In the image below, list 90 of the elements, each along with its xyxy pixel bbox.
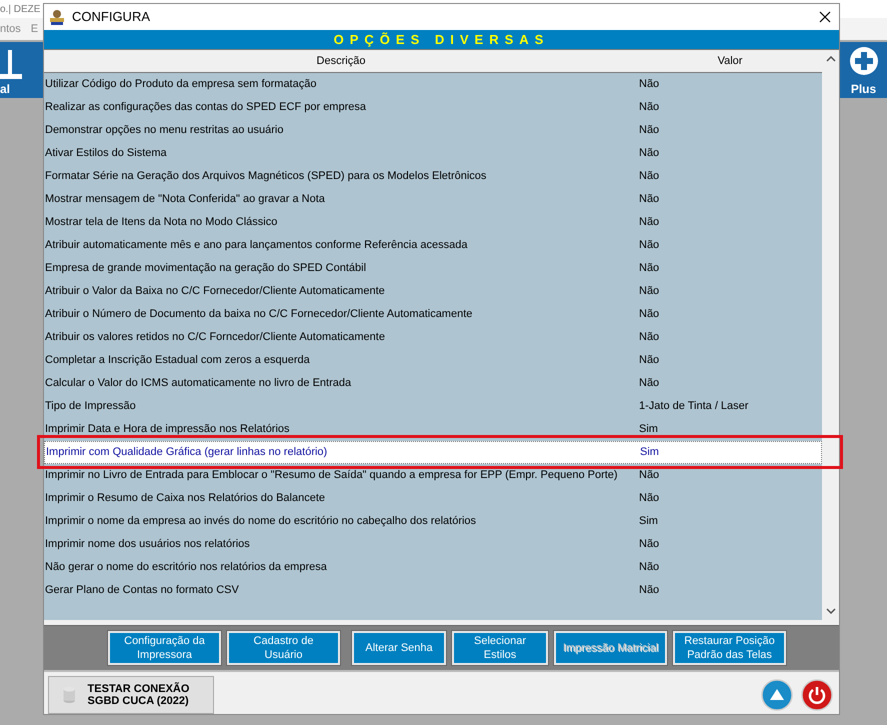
monitor-icon [0,48,22,82]
table-row[interactable]: Mostrar mensagem de "Nota Conferida" ao gravar a Nota Não [44,188,822,211]
action-button[interactable]: Configuração da Impressora [108,631,221,666]
close-icon[interactable] [819,10,831,23]
table-row[interactable]: Não gerar o nome do escritório nos relatórios da empresa Não [44,556,822,579]
table-cell-text: Não [639,124,660,136]
plus-icon [848,46,878,76]
table-cell-text: Completar a Inscrição Estadual com zeros a esquerda [44,354,311,366]
table-cell-text: Realizar as configurações das contas do SPED ECF por empresa [44,101,367,114]
table-cell-text: Empresa de grande movimentação na geração do SPED Contábil [44,262,368,274]
table-cell-text: Imprimir o Resumo de Caixa nos Relatórios do Balancete [44,492,326,504]
table-row[interactable]: Ativar Estilos do Sistema Não [44,142,822,165]
power-button[interactable] [801,679,833,711]
table-cell-text: Gerar Plano de Contas no formato CSV [44,584,240,596]
table-row[interactable]: Atribuir o Número de Documento da baixa no C/C Fornecedor/Cliente Automaticamente Não [44,302,822,326]
table-cell-text: Imprimir o nome da empresa ao invés do nome do escritório no cabeçalho dos relatórios [44,515,478,528]
table-cell-text: 1-Jato de Tinta / Laser [639,400,750,412]
table-row[interactable]: Imprimir nome dos usuários nos relatórios Não [44,532,822,556]
table-row[interactable]: Mostrar tela de Itens da Nota no Modo Clássico Não [44,210,822,234]
table-cell-text: Imprimir nome dos usuários nos relatórios [44,538,251,550]
column-header[interactable]: Valor [638,54,822,67]
table-cell-text: Não [639,584,660,596]
table-cell-text: Ativar Estilos do Sistema [44,147,168,160]
table-cell-text: Não [639,331,660,344]
table-cell-text: Calcular o Valor do ICMS automaticamente no livro de Entrada [44,377,352,390]
table-cell-text: Não [639,308,660,320]
table-row[interactable]: Atribuir o Valor da Baixa no C/C Fornecedor/Cliente Automaticamente Não [44,280,822,303]
table-cell-text: Formatar Série na Geração dos Arquivos Magnéticos (SPED) para os Modelos Eletrônicos [44,170,488,182]
table-cell-text: Utilizar Código do Produto da empresa sem formatação [44,78,318,90]
table-cell-text: Não [639,469,660,482]
toolbar-button[interactable]: Plus [840,42,887,98]
action-button[interactable]: Cadastro de Usuário [227,631,340,666]
table-row[interactable]: Tipo de Impressão 1-Jato de Tinta / Laser [44,394,822,418]
column-header[interactable]: Descrição [44,54,638,67]
table-cell-text: Atribuir automaticamente mês e ano para lançamentos conforme Referência acessada [44,239,469,252]
dialog-title: CONFIGURA [72,9,150,24]
table-row[interactable]: Imprimir o nome da empresa ao invés do nome do escritório no cabeçalho dos relatórios Sim [44,510,822,533]
table-cell-text: Imprimir Data e Hora de impressão nos Relatórios [44,423,291,436]
table-cell-text: Não [639,377,660,390]
table-row[interactable]: Imprimir com Qualidade Gráfica (gerar linhas no relatório) Sim [44,440,822,464]
up-arrow-button[interactable] [761,679,793,711]
table-row[interactable]: Demonstrar opções no menu restritas ao usuário Não [44,118,822,142]
action-button[interactable]: Restaurar Posição Padrão das Telas [673,631,786,666]
table-cell-text: Demonstrar opções no menu restritas ao usuário [44,124,284,136]
table-cell-text: Não [639,170,660,182]
table-row[interactable]: Atribuir automaticamente mês e ano para lançamentos conforme Referência acessada Não [44,234,822,257]
table-cell-text: Não [639,239,660,252]
table-row[interactable]: Formatar Série na Geração dos Arquivos Magnéticos (SPED) para os Modelos Eletrônicos Não [44,164,822,188]
scroll-up-icon[interactable] [826,56,836,62]
table-cell-text: Não [639,492,660,504]
table-cell-text: Não [639,216,660,228]
table-cell-text: Atribuir o Número de Documento da baixa no C/C Fornecedor/Cliente Automaticamente [44,308,474,320]
table-cell-text: Mostrar tela de Itens da Nota no Modo Clássico [44,216,278,228]
table-cell-text: Atribuir os valores retidos no C/C Forncedor/Cliente Automaticamente [44,331,386,344]
table-row[interactable]: Imprimir no Livro de Entrada para Emblocar o "Resumo de Saída" quando a empresa for EPP (Empr. Pequeno Porte) Não [44,464,822,487]
table-cell-text: Não [639,561,660,574]
table-cell-text: Não [639,193,660,206]
table-cell-text: Imprimir com Qualidade Gráfica (gerar linhas no relatório) [45,446,328,458]
table-cell-text: Atribuir o Valor da Baixa no C/C Fornecedor/Cliente Automaticamente [44,285,386,298]
table-row[interactable]: Gerar Plano de Contas no formato CSV Não [44,578,822,602]
table-row[interactable]: Atribuir os valores retidos no C/C Forncedor/Cliente Automaticamente Não [44,326,822,349]
action-button[interactable]: Alterar Senha [352,631,446,666]
mascot-icon [48,8,66,26]
table-row[interactable]: Completar a Inscrição Estadual com zeros a esquerda Não [44,348,822,372]
table-cell-text: Mostrar mensagem de "Nota Conferida" ao gravar a Nota [44,193,326,206]
table-row[interactable]: Calcular o Valor do ICMS automaticamente no livro de Entrada Não [44,372,822,395]
test-connection-button[interactable]: TESTAR CONEXÃO SGBD CUCA (2022) [48,676,214,714]
table-row[interactable]: Imprimir Data e Hora de impressão nos Relatórios Sim [44,418,822,441]
table-cell-text: Sim [640,446,660,458]
table-cell-text: Sim [639,423,659,436]
table-cell-text: Não [639,262,660,274]
table-cell-text: Não gerar o nome do escritório nos relatórios da empresa [44,561,328,574]
table-cell-text: Não [639,147,660,160]
scroll-down-icon[interactable] [826,608,836,614]
action-button[interactable]: Selecionar Estilos [452,631,548,666]
table-row[interactable]: Imprimir o Resumo de Caixa nos Relatórios do Balancete Não [44,486,822,510]
window-title: o.| DEZE [0,4,40,14]
table-row[interactable]: Realizar as configurações das contas do SPED ECF por empresa Não [44,96,822,119]
table-cell-text: Sim [639,515,659,528]
toolbar-button[interactable]: al [0,42,43,98]
table-cell-text: Não [639,538,660,550]
table-cell-text: Não [639,354,660,366]
banner-title: OPÇÕES DIVERSAS [334,32,550,47]
table-cell-text: Não [639,78,660,90]
table-cell-text: Não [639,101,660,114]
table-row[interactable]: Empresa de grande movimentação na geração do SPED Contábil Não [44,256,822,280]
table-cell-text: Tipo de Impressão [44,400,137,412]
table-cell-text: Não [639,285,660,298]
table-cell-text: Imprimir no Livro de Entrada para Emblocar o "Resumo de Saída" quando a empresa for EPP (Empr. Pequeno Porte) [44,469,619,482]
table-row[interactable]: Utilizar Código do Produto da empresa sem formatação Não [44,72,822,96]
